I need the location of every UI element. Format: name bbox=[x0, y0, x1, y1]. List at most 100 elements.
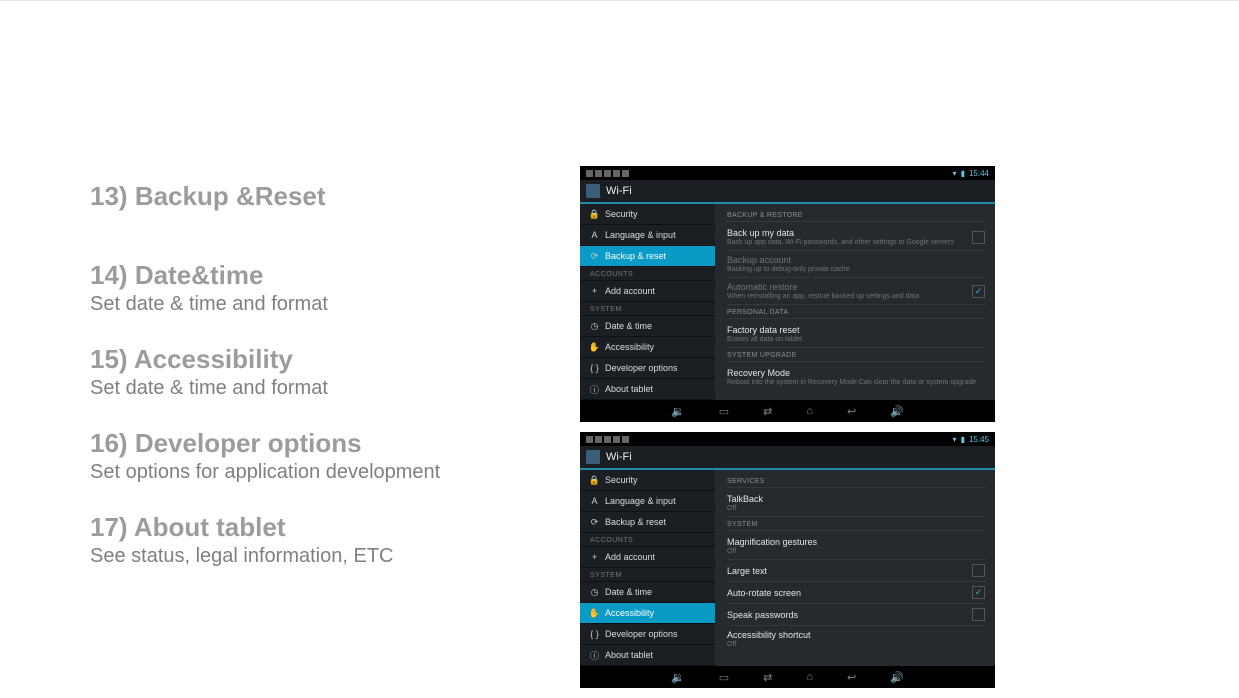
setting-accessibility-shortcut[interactable]: Accessibility shortcutOff bbox=[727, 626, 985, 652]
clock: 15:44 bbox=[969, 169, 989, 178]
setting-subtitle: Off bbox=[727, 548, 817, 555]
app-icon bbox=[586, 450, 600, 464]
setting-subtitle: Off bbox=[727, 641, 811, 648]
setting-backup-account[interactable]: Backup accountBacking up to debug-only p… bbox=[727, 251, 985, 278]
sidebar-item-backup-reset[interactable]: ⟳Backup & reset bbox=[580, 246, 715, 267]
section-14: 14) Date&time Set date & time and format bbox=[90, 260, 570, 316]
sidebar-item-backup-reset[interactable]: ⟳Backup & reset bbox=[580, 512, 715, 533]
info-icon: ⓘ bbox=[590, 651, 599, 660]
back-icon[interactable]: ↩ bbox=[847, 671, 856, 684]
backup-icon: ⟳ bbox=[590, 518, 599, 527]
setting-large-text[interactable]: Large text bbox=[727, 560, 985, 582]
setting-auto-rotate[interactable]: Auto-rotate screen✓ bbox=[727, 582, 985, 604]
sidebar-heading: ACCOUNTS bbox=[580, 267, 715, 281]
switch-icon[interactable]: ⇄ bbox=[763, 671, 772, 684]
status-left-icons bbox=[586, 170, 629, 177]
settings-panel: SERVICES TalkBackOff SYSTEM Magnificatio… bbox=[715, 470, 995, 666]
sidebar-item-developer[interactable]: { }Developer options bbox=[580, 624, 715, 645]
setting-title: Back up my data bbox=[727, 228, 954, 238]
language-icon: A bbox=[590, 497, 599, 506]
settings-sidebar: 🔒 Security ALanguage & input ⟳Backup & re… bbox=[580, 470, 715, 666]
sidebar-item-add-account[interactable]: +Add account bbox=[580, 547, 715, 568]
sidebar-item-label: About tablet bbox=[605, 384, 653, 394]
section-heading: 17) About tablet bbox=[90, 512, 570, 543]
sidebar-item-label: Date & time bbox=[605, 587, 652, 597]
vol-down-icon[interactable]: 🔉 bbox=[671, 405, 685, 418]
sidebar-heading: SYSTEM bbox=[580, 568, 715, 582]
sidebar-item-about[interactable]: ⓘ About tablet bbox=[580, 379, 715, 400]
section-heading: 16) Developer options bbox=[90, 428, 570, 459]
sidebar-item-security[interactable]: 🔒 Security bbox=[580, 470, 715, 491]
section-heading: 13) Backup &Reset bbox=[90, 181, 570, 212]
sidebar-item-label: Security bbox=[605, 475, 638, 485]
sidebar-item-label: Security bbox=[605, 209, 638, 219]
settings-panel: BACKUP & RESTORE Back up my dataBack up … bbox=[715, 204, 995, 400]
checkbox[interactable] bbox=[972, 231, 985, 244]
sidebar-item-label: Developer options bbox=[605, 629, 678, 639]
clock-icon: ◷ bbox=[590, 322, 599, 331]
switch-icon[interactable]: ⇄ bbox=[763, 405, 772, 418]
checkbox-checked[interactable]: ✓ bbox=[972, 285, 985, 298]
sidebar-item-label: Developer options bbox=[605, 363, 678, 373]
section-desc: See status, legal information, ETC bbox=[90, 545, 570, 568]
panel-heading: BACKUP & RESTORE bbox=[727, 208, 985, 222]
section-13: 13) Backup &Reset bbox=[90, 181, 570, 212]
hand-icon: ✋ bbox=[590, 343, 599, 352]
sidebar-item-security[interactable]: 🔒Security bbox=[580, 204, 715, 225]
lock-icon: 🔒 bbox=[590, 476, 599, 485]
setting-factory-reset[interactable]: Factory data resetErases all data on tab… bbox=[727, 321, 985, 348]
backup-icon: ⟳ bbox=[590, 252, 599, 261]
sidebar-item-date-time[interactable]: ◷Date & time bbox=[580, 316, 715, 337]
panel-heading: SYSTEM bbox=[727, 517, 985, 531]
vol-up-icon[interactable]: 🔊 bbox=[890, 671, 904, 684]
panel-heading: SYSTEM UPGRADE bbox=[727, 348, 985, 362]
recent-icon[interactable]: ▭ bbox=[719, 405, 729, 418]
panel-heading: PERSONAL DATA bbox=[727, 305, 985, 319]
sidebar-item-language[interactable]: ALanguage & input bbox=[580, 225, 715, 246]
clock: 15:45 bbox=[969, 435, 989, 444]
setting-subtitle: When reinstalling an app, restore backed… bbox=[727, 293, 919, 300]
checkbox[interactable] bbox=[972, 608, 985, 621]
home-icon[interactable]: ⌂ bbox=[806, 671, 813, 683]
section-desc: Set date & time and format bbox=[90, 377, 570, 400]
setting-recovery-mode[interactable]: Recovery ModeReboot into the system in R… bbox=[727, 364, 985, 390]
checkbox[interactable] bbox=[972, 564, 985, 577]
setting-title: Factory data reset bbox=[727, 325, 802, 335]
checkbox-checked[interactable]: ✓ bbox=[972, 586, 985, 599]
language-icon: A bbox=[590, 231, 599, 240]
setting-talkback[interactable]: TalkBackOff bbox=[727, 490, 985, 517]
sidebar-item-accessibility[interactable]: ✋Accessibility bbox=[580, 337, 715, 358]
title-bar: Wi-Fi bbox=[580, 180, 995, 204]
battery-icon: ▮ bbox=[961, 169, 965, 178]
sidebar-item-accessibility[interactable]: ✋Accessibility bbox=[580, 603, 715, 624]
setting-title: TalkBack bbox=[727, 494, 763, 504]
setting-back-up-my-data[interactable]: Back up my dataBack up app data, Wi-Fi p… bbox=[727, 224, 985, 251]
setting-title: Magnification gestures bbox=[727, 537, 817, 547]
vol-up-icon[interactable]: 🔊 bbox=[890, 405, 904, 418]
section-heading: 15) Accessibility bbox=[90, 344, 570, 375]
sidebar-item-date-time[interactable]: ◷Date & time bbox=[580, 582, 715, 603]
home-icon[interactable]: ⌂ bbox=[806, 405, 813, 417]
sidebar-item-label: About tablet bbox=[605, 650, 653, 660]
setting-subtitle: Erases all data on tablet bbox=[727, 336, 802, 343]
sidebar-item-label: Accessibility bbox=[605, 608, 654, 618]
setting-magnification[interactable]: Magnification gesturesOff bbox=[727, 533, 985, 560]
info-icon: ⓘ bbox=[590, 385, 599, 394]
back-icon[interactable]: ↩ bbox=[847, 405, 856, 418]
sidebar-item-developer[interactable]: { }Developer options bbox=[580, 358, 715, 379]
screenshot-backup-reset: ▾▮15:44 Wi-Fi 🔒Security ALanguage & inpu… bbox=[580, 166, 995, 422]
setting-title: Backup account bbox=[727, 255, 850, 265]
setting-title: Automatic restore bbox=[727, 282, 919, 292]
app-title: Wi-Fi bbox=[606, 451, 632, 463]
recent-icon[interactable]: ▭ bbox=[719, 671, 729, 684]
setting-title: Large text bbox=[727, 566, 767, 576]
vol-down-icon[interactable]: 🔉 bbox=[671, 671, 685, 684]
sidebar-item-language[interactable]: ALanguage & input bbox=[580, 491, 715, 512]
battery-icon: ▮ bbox=[961, 435, 965, 444]
setting-automatic-restore[interactable]: Automatic restoreWhen reinstalling an ap… bbox=[727, 278, 985, 305]
setting-subtitle: Backing up to debug-only private cache bbox=[727, 266, 850, 273]
sidebar-item-add-account[interactable]: +Add account bbox=[580, 281, 715, 302]
sidebar-item-about[interactable]: ⓘ About tablet bbox=[580, 645, 715, 666]
screenshot-accessibility: ▾▮15:45 Wi-Fi 🔒Security ALanguage & inpu… bbox=[580, 432, 995, 688]
setting-speak-passwords[interactable]: Speak passwords bbox=[727, 604, 985, 626]
